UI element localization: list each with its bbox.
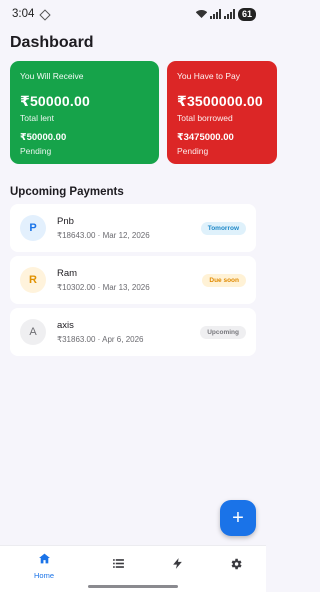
receive-card[interactable]: You Will Receive ₹50000.00 Total lent ₹5… (10, 61, 159, 164)
payment-row[interactable]: R Ram ₹10302.00 · Mar 13, 2026 Due soon (10, 256, 256, 304)
nav-item-list[interactable] (98, 552, 138, 575)
nav-item-settings[interactable] (216, 552, 256, 576)
nav-item-activity[interactable] (157, 552, 197, 575)
signal-icon-2 (223, 9, 235, 19)
home-icon (38, 553, 50, 564)
payment-meta: ₹18643.00 · Mar 12, 2026 (57, 231, 150, 240)
avatar: P (20, 215, 46, 241)
receive-card-heading: You Will Receive (20, 71, 84, 81)
pay-pending-amount: ₹3475000.00 (177, 132, 234, 143)
pay-total-label: Total borrowed (177, 113, 233, 123)
avatar: R (20, 267, 46, 293)
pay-card[interactable]: You Have to Pay ₹3500000.00 Total borrow… (167, 61, 277, 164)
payment-row[interactable]: P Pnb ₹18643.00 · Mar 12, 2026 Tomorrow (10, 204, 256, 252)
plus-icon: + (232, 506, 244, 529)
payment-meta: ₹10302.00 · Mar 13, 2026 (57, 283, 150, 292)
receive-pending-amount: ₹50000.00 (20, 132, 67, 143)
gear-icon (231, 558, 242, 570)
upcoming-section-title: Upcoming Payments (10, 186, 124, 198)
status-time: 3:04 (12, 8, 35, 20)
page-title: Dashboard (10, 34, 94, 51)
payment-row[interactable]: A axis ₹31863.00 · Apr 6, 2026 Upcoming (10, 308, 256, 356)
status-badge: Due soon (202, 273, 246, 287)
pay-total-amount: ₹3500000.00 (177, 93, 263, 109)
payment-name: Ram (57, 268, 78, 279)
nav-item-home[interactable]: Home (24, 552, 64, 580)
wifi-icon (196, 10, 207, 19)
receive-total-label: Total lent (20, 113, 55, 123)
receive-total-amount: ₹50000.00 (20, 93, 90, 109)
pay-pending-label: Pending (177, 146, 209, 156)
payment-meta: ₹31863.00 · Apr 6, 2026 (57, 335, 144, 344)
status-bar: 3:04 61 (0, 0, 266, 28)
status-badge: Upcoming (200, 325, 246, 339)
avatar: A (20, 319, 46, 345)
pay-card-heading: You Have to Pay (177, 71, 241, 81)
add-payment-button[interactable]: + (220, 500, 256, 536)
payment-name: Pnb (57, 216, 74, 227)
list-icon (112, 559, 124, 568)
status-icons: 61 (196, 7, 256, 21)
receive-pending-label: Pending (20, 146, 52, 156)
signal-icon (209, 9, 221, 19)
payment-name: axis (57, 320, 74, 331)
bolt-icon (172, 558, 182, 569)
gesture-bar (88, 585, 178, 588)
nav-label-home: Home (33, 571, 54, 580)
battery-icon: 61 (237, 7, 256, 21)
notification-icon (39, 8, 52, 21)
status-badge: Tomorrow (200, 221, 246, 235)
